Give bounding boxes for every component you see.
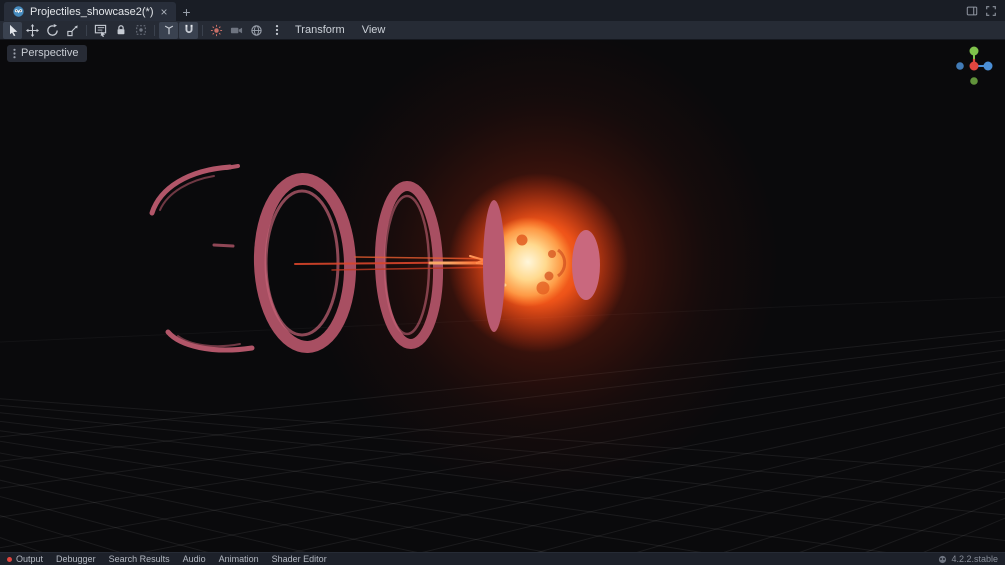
viewport-menu-dots-icon	[13, 48, 16, 58]
move-mode-button[interactable]	[23, 22, 42, 39]
camera-icon	[230, 27, 243, 33]
viewport-3d[interactable]: Perspective	[0, 40, 1005, 552]
gizmo-z-axis-ball[interactable]	[983, 61, 993, 71]
godot-version-icon	[939, 555, 947, 563]
group-icon	[135, 25, 146, 35]
bottom-tab-label: Output	[16, 554, 44, 564]
godot-logo-icon	[13, 6, 24, 17]
gizmo-y-axis-ball[interactable]	[969, 46, 979, 56]
list-select-icon	[94, 24, 107, 37]
group-selected-button[interactable]	[131, 22, 150, 39]
version-label: 4.2.2.stable	[951, 554, 998, 564]
more-options-button[interactable]	[267, 22, 286, 39]
rotate-tool-icon	[47, 23, 58, 36]
bottom-tab-audio[interactable]: Audio	[183, 553, 206, 565]
perspective-menu-button[interactable]: Perspective	[7, 45, 88, 62]
transform-menu-button[interactable]: Transform	[287, 22, 353, 39]
bottom-tab-debugger[interactable]: Debugger	[56, 553, 96, 565]
bottom-tab-search-results[interactable]: Search Results	[109, 553, 170, 565]
preview-environment-button[interactable]	[247, 22, 266, 39]
scale-mode-button[interactable]	[63, 22, 82, 39]
toolbar-separator	[86, 24, 87, 36]
sun-icon	[210, 24, 223, 36]
bottom-tab-shader-editor[interactable]: Shader Editor	[272, 553, 327, 565]
view-menu-button[interactable]: View	[354, 22, 394, 39]
lock-icon	[117, 25, 124, 35]
use-local-space-button[interactable]	[159, 21, 178, 39]
scene-tab-bar: Projectiles_showcase2(*) × +	[0, 0, 1005, 21]
select-arrow-icon	[9, 24, 17, 36]
bottom-tab-label: Debugger	[56, 554, 96, 564]
multi-window-icon[interactable]	[966, 5, 978, 17]
gizmo-neg-z-axis-ball[interactable]	[956, 62, 964, 70]
toolbar-separator	[154, 24, 155, 36]
viewport-3d-scene[interactable]	[0, 40, 1005, 552]
perspective-label: Perspective	[21, 47, 79, 59]
bottom-tab-animation[interactable]: Animation	[219, 553, 259, 565]
environment-globe-icon	[251, 24, 262, 36]
bottom-tab-label: Audio	[182, 554, 206, 564]
use-snap-button[interactable]	[179, 21, 198, 39]
bottom-panel-bar: Output Debugger Search Results Audio Ani…	[0, 552, 1005, 565]
list-select-mode-button[interactable]	[91, 22, 110, 39]
tab-close-icon[interactable]: ×	[161, 6, 168, 18]
lock-selected-button[interactable]	[111, 22, 130, 39]
snap-magnet-icon	[184, 24, 193, 34]
bottom-tab-output[interactable]: Output	[7, 553, 43, 565]
select-mode-button[interactable]	[3, 21, 22, 39]
view-axis-gizmo[interactable]	[952, 42, 996, 90]
preview-sunlight-button[interactable]	[207, 22, 226, 39]
godot-editor-window: Projectiles_showcase2(*) × + Transform V…	[0, 0, 1005, 565]
bottom-tab-label: Search Results	[108, 554, 170, 564]
error-indicator-dot	[7, 556, 12, 562]
move-tool-icon	[26, 23, 39, 37]
scene-tab-label: Projectiles_showcase2(*)	[30, 5, 154, 18]
kebab-menu-icon	[275, 25, 278, 35]
viewport-toolbar: Transform View	[0, 21, 1005, 40]
version-area: 4.2.2.stable	[938, 553, 998, 565]
scene-tab-active[interactable]: Projectiles_showcase2(*) ×	[4, 2, 176, 21]
bottom-tab-label: Animation	[218, 554, 259, 564]
gizmo-x-axis-ball[interactable]	[969, 61, 979, 71]
scale-tool-icon	[67, 24, 78, 36]
distraction-free-icon[interactable]	[985, 5, 997, 17]
camera-preview-button[interactable]	[227, 22, 246, 39]
tabbar-right-icons	[966, 5, 1001, 21]
bottom-tab-label: Shader Editor	[271, 554, 327, 564]
gizmo-neg-y-axis-ball[interactable]	[970, 77, 978, 85]
add-scene-tab-button[interactable]: +	[176, 2, 198, 21]
toolbar-separator	[202, 24, 203, 36]
local-space-icon	[164, 25, 173, 35]
fireball	[448, 173, 628, 353]
rotate-mode-button[interactable]	[43, 22, 62, 39]
